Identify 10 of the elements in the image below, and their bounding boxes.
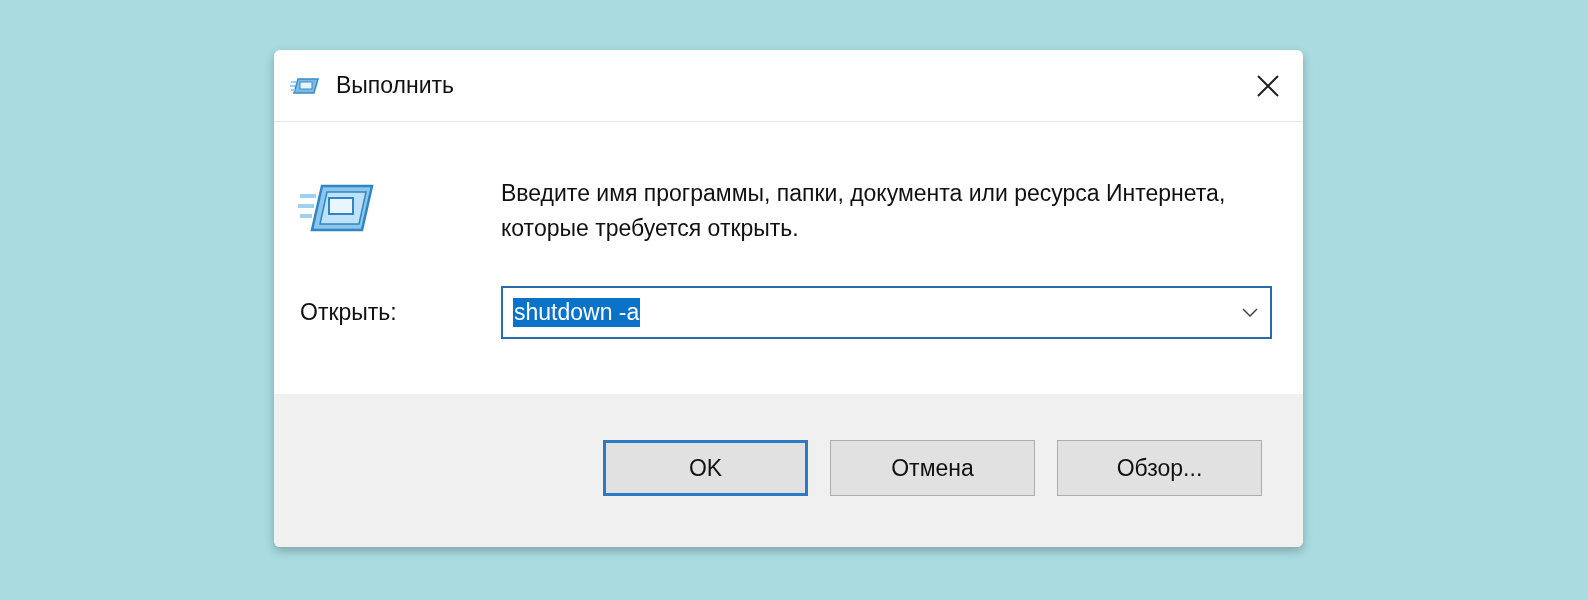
window-title: Выполнить [336,72,456,99]
browse-button[interactable]: Обзор... [1057,440,1262,496]
cancel-button[interactable]: Отмена [830,440,1035,496]
ok-button[interactable]: OK [603,440,808,496]
run-icon [290,75,320,96]
open-label: Открыть: [300,299,398,326]
chevron-icon [1242,307,1258,318]
instruction-text: Введите имя программы, папки, документа или ресурса Интернета, которые требуется открыть. [501,179,1227,243]
command-combobox[interactable]: shutdown -a [501,286,1272,339]
close-icon [1256,73,1280,98]
